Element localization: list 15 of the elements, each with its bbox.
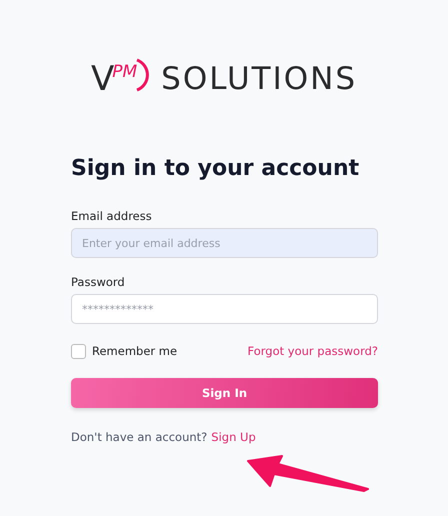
logo-wordmark: SOLUTIONS: [161, 61, 358, 97]
sign-up-link[interactable]: Sign Up: [211, 430, 256, 444]
page-heading: Sign in to your account: [71, 156, 360, 181]
checkbox[interactable]: [71, 344, 86, 358]
arc-icon: [135, 58, 150, 92]
field-label: Email address: [71, 209, 153, 223]
input-field[interactable]: *************: [71, 294, 378, 324]
logo-letter: V: [90, 59, 114, 99]
field-label: Password: [71, 275, 126, 289]
logo-mark: PM: [112, 62, 138, 82]
sign-in-button[interactable]: Sign In: [71, 378, 378, 408]
forgot-password-link[interactable]: Forgot your password?: [248, 344, 378, 358]
checkbox-label: Remember me: [92, 344, 178, 358]
signup-prompt: Don't have an account?: [71, 430, 208, 444]
input-field[interactable]: Enter your email address: [71, 228, 378, 258]
